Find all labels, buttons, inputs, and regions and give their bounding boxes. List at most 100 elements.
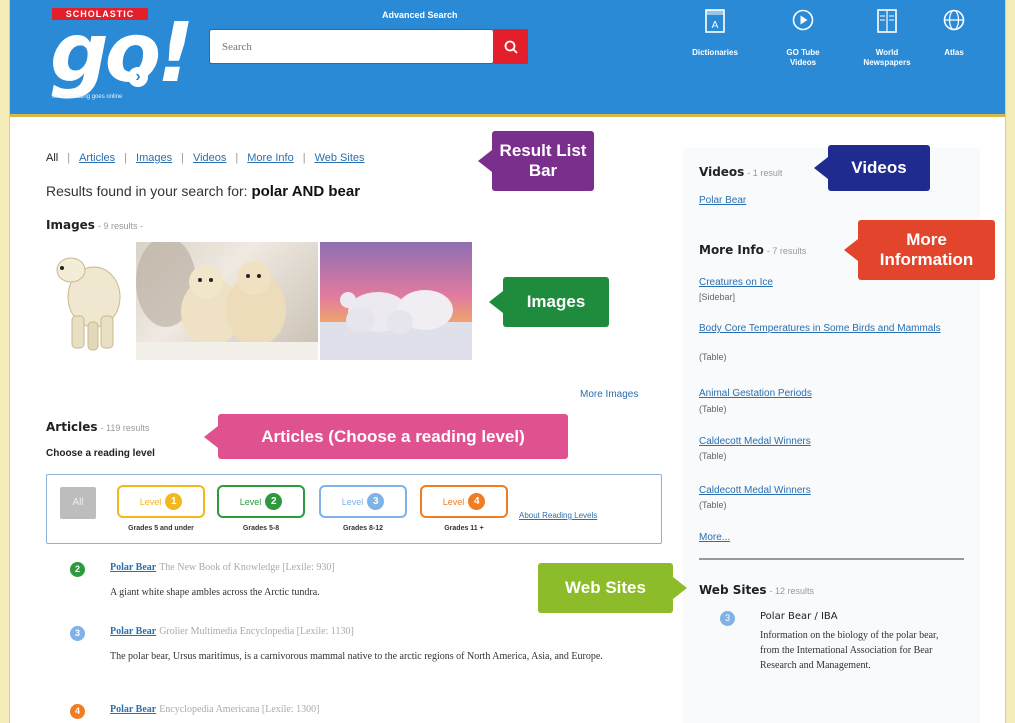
- level-1-button[interactable]: Level 1: [117, 485, 205, 518]
- more-info-count: - 7 results: [766, 246, 807, 256]
- header-bar: go! SCHOLASTIC › understanding goes onli…: [10, 0, 1005, 117]
- level-all-button[interactable]: All: [60, 487, 96, 519]
- web-sites-heading: Web Sites - 12 results: [699, 583, 814, 597]
- more-info-link[interactable]: Body Core Temperatures in Some Birds and…: [699, 322, 974, 336]
- search-button[interactable]: [493, 29, 528, 64]
- grade-label: Grades 11 +: [444, 525, 484, 532]
- filter-more-info[interactable]: More Info: [247, 152, 293, 164]
- grade-label: Grades 8-12: [342, 525, 384, 532]
- image-thumbnail[interactable]: [136, 242, 318, 360]
- callout-web-sites: Web Sites: [538, 563, 673, 613]
- article-title-line: Polar Bear Grolier Multimedia Encyclopedi…: [110, 626, 354, 637]
- level-2-icon: 2: [70, 562, 85, 577]
- article-link[interactable]: Polar Bear: [110, 562, 156, 573]
- more-info-link[interactable]: Animal Gestation Periods: [699, 387, 974, 401]
- filter-articles[interactable]: Articles: [79, 152, 115, 164]
- filter-images[interactable]: Images: [136, 152, 172, 164]
- logo-badge: SCHOLASTIC: [52, 8, 148, 20]
- level-number: 3: [367, 493, 385, 510]
- article-source: The New Book of Knowledge [Lexile: 930]: [159, 562, 335, 573]
- search-box: [209, 29, 495, 64]
- callout-label: Result List Bar: [499, 141, 587, 180]
- image-thumbnail[interactable]: [320, 242, 472, 360]
- article-title-line: Polar Bear The New Book of Knowledge [Lex…: [110, 562, 335, 573]
- level-2-button[interactable]: Level 2: [217, 485, 305, 518]
- more-info-type: (Table): [699, 500, 727, 510]
- nav-atlas[interactable]: Atlas: [914, 8, 994, 58]
- level-4-icon: 4: [70, 704, 85, 719]
- video-link[interactable]: Polar Bear: [699, 194, 974, 208]
- article-source: Encyclopedia Americana [Lexile: 1300]: [159, 704, 320, 715]
- polar-bear-illustration: [56, 257, 121, 351]
- grade-label: Grades 5 and under: [128, 525, 194, 532]
- more-info-more-link[interactable]: More...: [699, 531, 974, 545]
- search-input[interactable]: [210, 30, 495, 63]
- level-label: Level: [139, 496, 162, 507]
- callout-videos: Videos: [828, 145, 930, 191]
- callout-images: Images: [503, 277, 609, 327]
- level-3-button[interactable]: Level 3: [319, 485, 407, 518]
- results-summary-prefix: Results found in your search for:: [46, 183, 248, 199]
- videos-heading: Videos - 1 result: [699, 165, 782, 179]
- callout-more-information: More Information: [858, 220, 995, 280]
- callout-result-list-bar: Result List Bar: [492, 131, 594, 191]
- search-icon: [504, 40, 518, 54]
- more-info-type: (Table): [699, 451, 727, 461]
- level-4-button[interactable]: Level 4: [420, 485, 508, 518]
- about-reading-levels-link[interactable]: About Reading Levels: [519, 511, 597, 520]
- images-title: Images: [46, 218, 95, 232]
- level-3-icon: 3: [720, 611, 735, 626]
- articles-title: Articles: [46, 420, 98, 434]
- more-info-link[interactable]: Caldecott Medal Winners: [699, 435, 974, 449]
- callout-label: Images: [526, 292, 586, 311]
- filter-web-sites[interactable]: Web Sites: [315, 152, 365, 164]
- more-info-heading: More Info - 7 results: [699, 243, 806, 257]
- more-info-link[interactable]: Caldecott Medal Winners: [699, 484, 974, 498]
- filter-all[interactable]: All: [46, 152, 58, 164]
- level-label: Level: [239, 496, 262, 507]
- reading-level-label: Choose a reading level: [46, 448, 155, 459]
- nav-label: GO Tube Videos: [786, 48, 820, 67]
- article-description: The polar bear, Ursus maritimus, is a ca…: [110, 651, 603, 662]
- newspaper-icon: [877, 9, 897, 33]
- image-thumbnail[interactable]: [46, 242, 136, 360]
- videos-count: - 1 result: [747, 168, 783, 178]
- more-images-link[interactable]: More Images: [580, 389, 638, 400]
- callout-label: Videos: [851, 158, 907, 177]
- filter-videos[interactable]: Videos: [193, 152, 226, 164]
- article-link[interactable]: Polar Bear: [110, 704, 156, 715]
- logo-arrow-icon: ›: [128, 67, 148, 87]
- level-number: 4: [468, 493, 486, 510]
- callout-label: Articles (Choose a reading level): [261, 426, 525, 446]
- level-label: Level: [442, 496, 465, 507]
- articles-heading: Articles - 119 results: [46, 420, 149, 434]
- divider: [699, 558, 964, 560]
- more-info-type: [Sidebar]: [699, 292, 736, 302]
- svg-text:A: A: [712, 20, 719, 31]
- article-link[interactable]: Polar Bear: [110, 626, 156, 637]
- dictionary-icon: A: [705, 9, 725, 33]
- play-icon: [792, 9, 814, 31]
- level-number: 2: [265, 493, 283, 510]
- globe-icon: [943, 9, 965, 31]
- results-summary: Results found in your search for: polar …: [46, 183, 360, 200]
- nav-label: Dictionaries: [692, 48, 738, 57]
- web-sites-title: Web Sites: [699, 583, 767, 597]
- nav-label: Atlas: [944, 48, 964, 57]
- images-heading: Images - 9 results -: [46, 218, 143, 232]
- polar-bear-cubs-photo: [136, 242, 318, 360]
- advanced-search-link[interactable]: Advanced Search: [382, 10, 458, 20]
- web-site-link[interactable]: Polar Bear / IBA: [760, 611, 838, 622]
- logo-tagline: understanding goes online: [52, 94, 123, 100]
- web-sites-count: - 12 results: [769, 586, 815, 596]
- callout-label: More Information: [879, 230, 974, 269]
- nav-go-tube-videos[interactable]: GO Tube Videos: [763, 8, 843, 68]
- callout-articles: Articles (Choose a reading level): [218, 414, 568, 459]
- more-info-title: More Info: [699, 243, 764, 257]
- callout-label: Web Sites: [565, 578, 646, 597]
- search-query: polar AND bear: [251, 183, 361, 200]
- nav-dictionaries[interactable]: A Dictionaries: [675, 8, 755, 58]
- level-3-icon: 3: [70, 626, 85, 641]
- level-number: 1: [165, 493, 183, 510]
- images-count: - 9 results -: [97, 221, 143, 231]
